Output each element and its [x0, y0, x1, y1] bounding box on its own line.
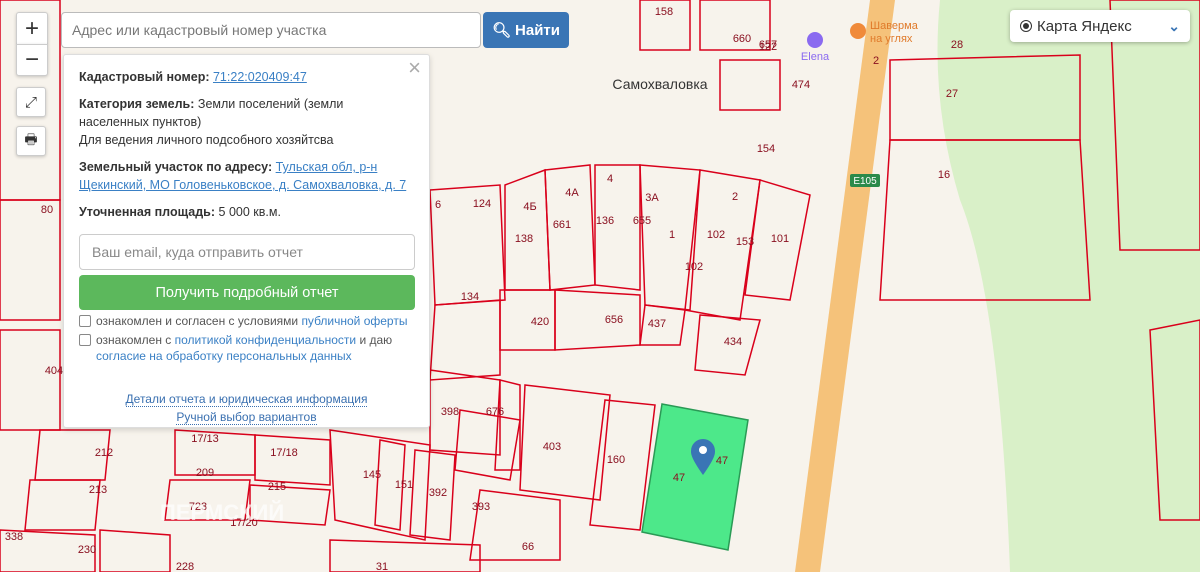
map-layer-select[interactable]: Карта Яндекс ⌄ [1010, 10, 1190, 42]
zoom-in-button[interactable]: + [16, 12, 48, 44]
parcel-number-label: 660 [733, 33, 751, 45]
parcel-number-label: 134 [461, 291, 479, 303]
parcel-number-label: 437 [648, 318, 666, 330]
parcel-number-label: 434 [724, 336, 742, 348]
parcel-number-label: 138 [515, 233, 533, 245]
parcel-number-label: 404 [45, 365, 63, 377]
parcel-number-label: 228 [176, 561, 194, 572]
chevron-down-icon: ⌄ [1168, 17, 1180, 34]
parcel-number-label: 215 [268, 481, 286, 493]
parcel-number-label: 661 [553, 219, 571, 231]
svg-text:Шаверма: Шаверма [870, 20, 919, 32]
svg-text:Elena: Elena [801, 51, 830, 63]
parcel-number-label: 403 [543, 441, 561, 453]
parcel-number-label: 2 [732, 191, 738, 203]
parcel-number-label: 154 [757, 143, 775, 155]
search-button[interactable]: 🔍︎ Найти [483, 12, 569, 48]
parcel-number-label: 102 [685, 261, 703, 273]
parcel-number-label: 27 [946, 88, 958, 100]
get-report-button[interactable]: Получить подробный отчет [79, 275, 415, 310]
parcel-number-label: 80 [41, 204, 53, 216]
parcel-number-label: 338 [5, 531, 23, 543]
parcel-number-label: 3А [645, 192, 659, 204]
printer-icon: 🖶 [24, 131, 38, 147]
parcel-number-label: 230 [78, 544, 96, 556]
parcel-number-label: 136 [596, 215, 614, 227]
close-icon[interactable]: × [408, 57, 421, 79]
village-label: Самохваловка [612, 76, 707, 92]
fullscreen-button[interactable]: ⤢ [16, 87, 46, 117]
parcel-number-label: 151 [395, 479, 413, 491]
road-sign: E105 [850, 174, 880, 187]
parcel-number-label: 676 [486, 406, 504, 418]
parcel-number-label: 122 [759, 41, 777, 53]
email-field[interactable] [79, 234, 415, 270]
parcel-number-label: 398 [441, 406, 459, 418]
parcel-number-label: 102 [707, 229, 725, 241]
zoom-out-button[interactable]: − [16, 44, 48, 76]
svg-text:на углях: на углях [870, 33, 913, 45]
parcel-number-label: 4А [565, 187, 579, 199]
shop-icon [807, 32, 823, 48]
parcel-number-label: 1 [669, 229, 675, 241]
parcel-number-label: 212 [95, 447, 113, 459]
report-details-link[interactable]: Детали отчета и юридическая информация [125, 392, 368, 407]
cadastral-number-link[interactable]: 71:22:020409:47 [213, 70, 307, 84]
parcel-number-label: 153 [736, 236, 754, 248]
parcel-number-label: 420 [531, 316, 549, 328]
consent-link[interactable]: согласие на обработку персональных данны… [96, 349, 352, 363]
search-input[interactable] [61, 12, 481, 48]
offer-link[interactable]: публичной оферты [301, 314, 407, 328]
watermark: ПЕРМСКИЙ [160, 500, 284, 525]
radio-icon [1020, 20, 1032, 32]
parcel-number-label: 66 [522, 541, 534, 553]
parcel-number-label: 213 [89, 484, 107, 496]
parcel-number-label: 17/18 [270, 447, 298, 459]
parcel-number-label: 474 [792, 79, 810, 91]
parcel-number-label: 393 [472, 501, 490, 513]
parcel-number-label: 655 [633, 215, 651, 227]
parcel-number-label: 4 [607, 173, 613, 185]
parcel-number-label: 6 [435, 199, 441, 211]
cafe-icon [850, 23, 866, 39]
parcel-number-label: 31 [376, 561, 388, 572]
parcel-number-label: 4Б [523, 201, 536, 213]
privacy-link[interactable]: политикой конфиденциальности [175, 333, 356, 347]
parcel-number-label: 28 [951, 39, 963, 51]
parcel-number-label: 47 [716, 455, 728, 467]
expand-icon: ⤢ [24, 93, 37, 111]
parcel-number-label: 158 [655, 6, 673, 18]
offer-checkbox[interactable] [79, 315, 91, 327]
parcel-info-popup: × Кадастровый номер: 71:22:020409:47 Кат… [63, 54, 430, 428]
parcel-number-label: 209 [196, 467, 214, 479]
parcel-number-label: 17/13 [191, 433, 219, 445]
parcel-number-label: 124 [473, 198, 491, 210]
search-icon: 🔍︎ [491, 22, 512, 39]
parcel-number-label: 101 [771, 233, 789, 245]
parcel-number-label: 47 [673, 472, 685, 484]
selected-parcel[interactable] [641, 403, 749, 551]
parcel-number-label: 392 [429, 487, 447, 499]
parcel-number-label: 145 [363, 469, 381, 481]
print-button[interactable]: 🖶 [16, 126, 46, 156]
manual-selection-link[interactable]: Ручной выбор вариантов [176, 410, 317, 425]
parcel-number-label: 656 [605, 314, 623, 326]
svg-text:E105: E105 [853, 176, 877, 187]
privacy-checkbox[interactable] [79, 334, 91, 346]
parcel-number-label: 160 [607, 454, 625, 466]
parcel-number-label: 16 [938, 169, 950, 181]
parcel-number-label: 2 [873, 55, 879, 67]
